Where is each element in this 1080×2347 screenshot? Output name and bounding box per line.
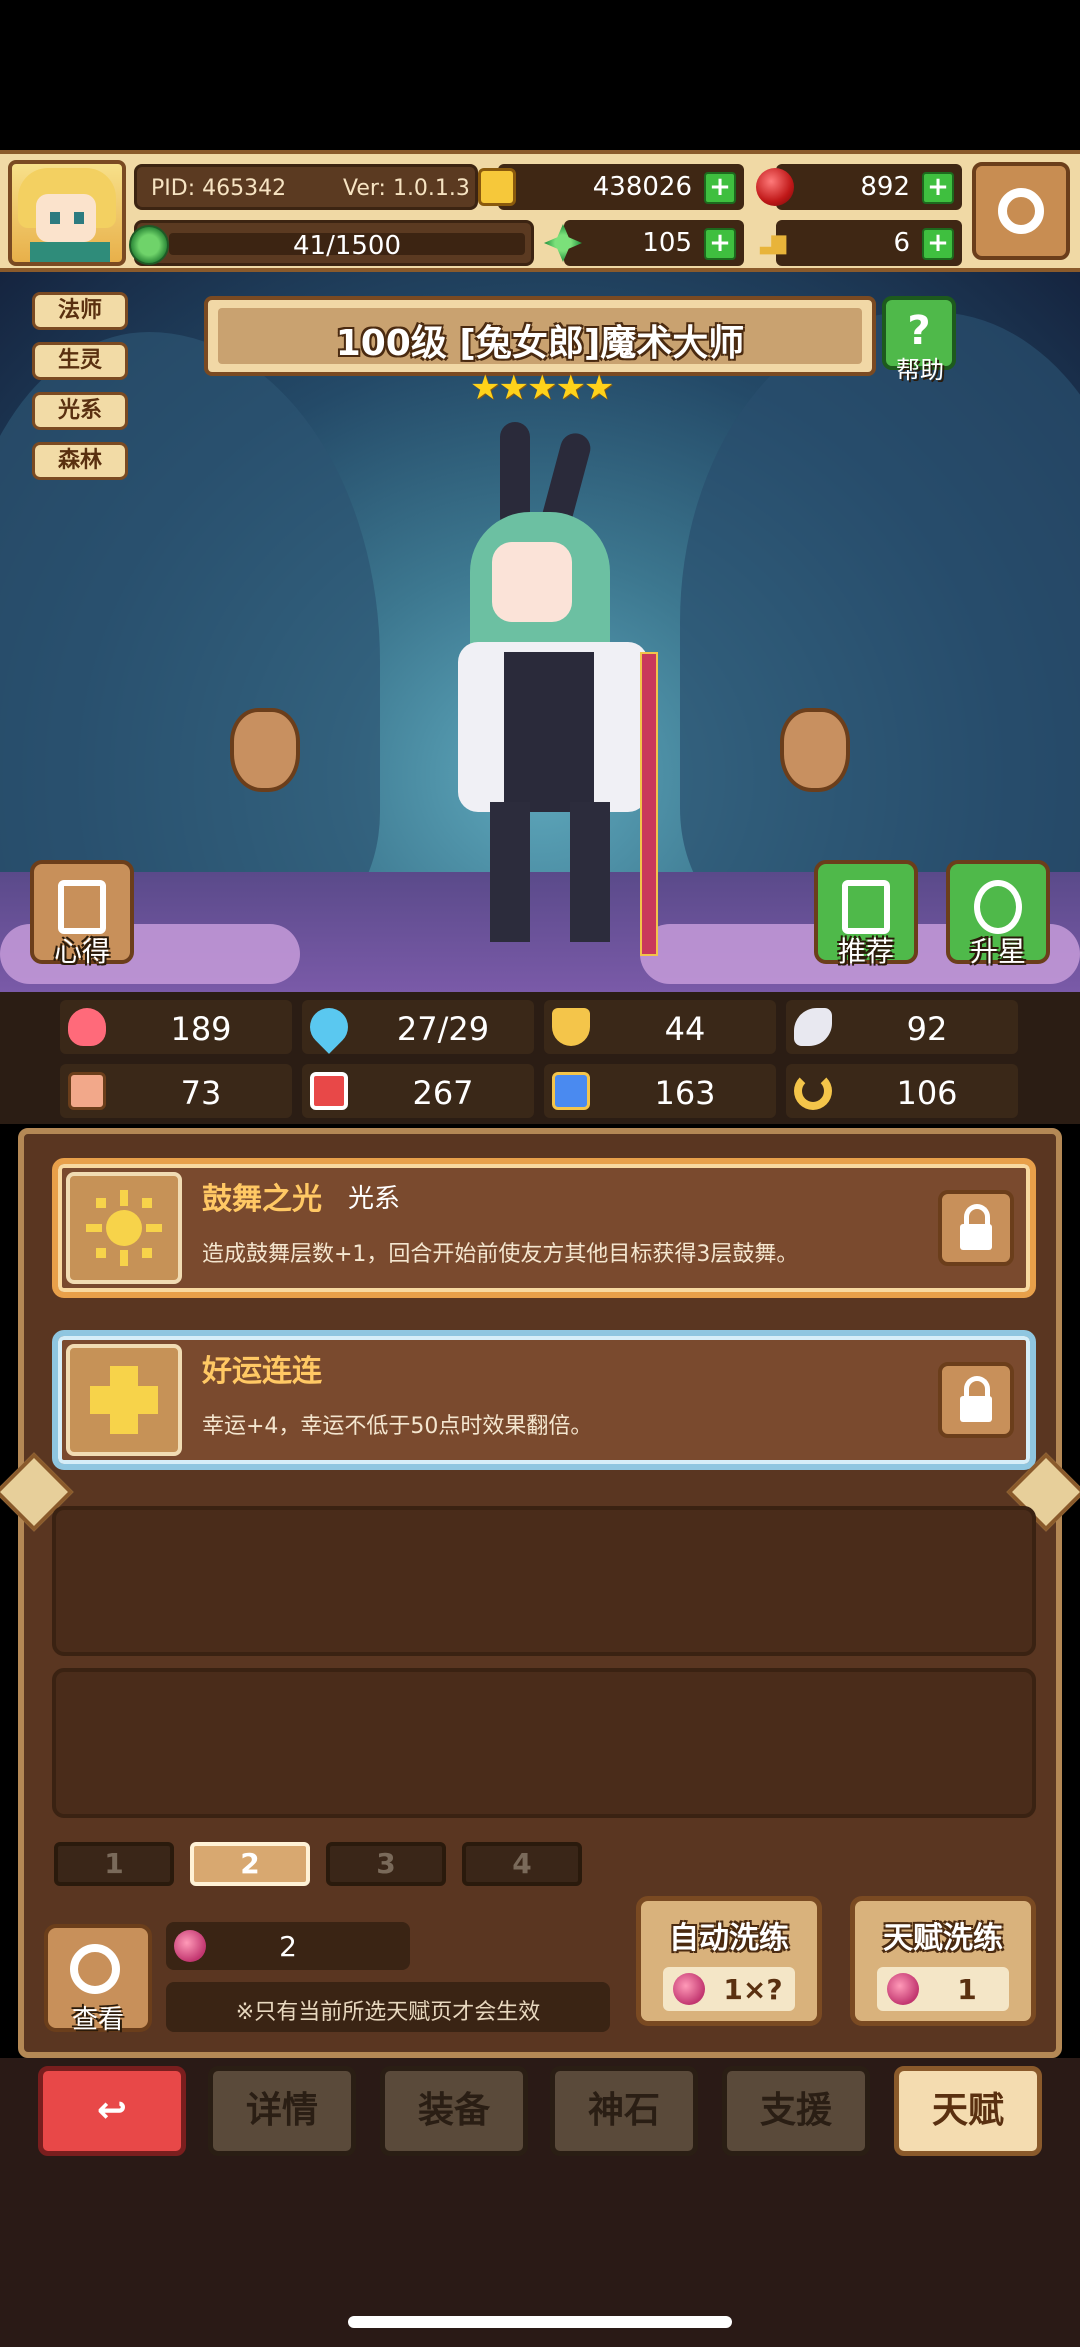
talent-card-2[interactable]: 好运连连 幸运+4，幸运不低于50点时效果翻倍。	[52, 1330, 1036, 1470]
stat-agility: 163	[544, 1064, 776, 1118]
player-id-box: PID: 465342 Ver: 1.0.1.3	[134, 164, 478, 210]
top-bar: PID: 465342 Ver: 1.0.1.3 41/1500 438026 …	[0, 150, 1080, 272]
clover-value: 105	[642, 228, 692, 258]
page-tab-1[interactable]: 1	[54, 1842, 174, 1886]
clover-resource: 105 +	[544, 220, 744, 266]
stamina-bar: 41/1500	[129, 220, 534, 266]
talent-description: 幸运+4，幸运不低于50点时效果翻倍。	[202, 1414, 593, 1439]
talent-name: 好运连连	[202, 1354, 322, 1389]
fruit-count: 2	[279, 1930, 297, 1963]
fruit-counter: 2	[166, 1922, 410, 1970]
thumbs-up-icon	[842, 880, 890, 934]
fruit-icon	[673, 1973, 705, 2005]
ruby-icon	[756, 168, 794, 206]
nav-support[interactable]: 支援	[722, 2066, 870, 2156]
talent-name: 鼓舞之光	[202, 1182, 322, 1217]
page-tab-2[interactable]: 2	[190, 1842, 310, 1886]
hero-title-banner: 100级 [兔女郎]魔术大师	[204, 296, 876, 376]
stat-defense: 44	[544, 1000, 776, 1054]
unlock-icon[interactable]	[938, 1362, 1014, 1438]
gold-resource: 438026 +	[478, 164, 744, 210]
stat-magic: 267	[302, 1064, 534, 1118]
fruit-icon	[887, 1973, 919, 2005]
hero-title: 100级 [兔女郎]魔术大师	[335, 323, 745, 364]
add-gold-button[interactable]: +	[704, 172, 736, 204]
talent-card-1[interactable]: 鼓舞之光 光系 造成鼓舞层数+1，回合开始前使友方其他目标获得3层鼓舞。	[52, 1158, 1036, 1298]
scroll-icon	[58, 880, 106, 934]
talent-wash-button[interactable]: 天赋洗练 1	[850, 1896, 1036, 2026]
insight-button[interactable]: 心得	[30, 860, 134, 968]
right-equipment-slot-icon[interactable]	[780, 708, 850, 792]
mana-drop-icon	[302, 1000, 356, 1054]
ruby-resource: 892 +	[756, 164, 962, 210]
star-icon	[974, 880, 1022, 934]
version-label: Ver: 1.0.1.3	[343, 176, 470, 201]
view-button[interactable]: 查看	[44, 1924, 152, 2035]
back-button[interactable]: ↩	[38, 2066, 186, 2156]
tag-terrain: 森林	[32, 442, 128, 480]
key-resource: 6 +	[756, 220, 962, 266]
add-clover-button[interactable]: +	[704, 228, 736, 260]
recommend-button[interactable]: 推荐	[814, 860, 918, 968]
stat-luck: 106	[786, 1064, 1018, 1118]
hero-scene: 法师 生灵 光系 森林 100级 [兔女郎]魔术大师 ★★★★★ ? 帮助 心得…	[0, 272, 1080, 992]
talent-element: 光系	[348, 1184, 401, 1214]
talent-panel: 鼓舞之光 光系 造成鼓舞层数+1，回合开始前使友方其他目标获得3层鼓舞。 好运连…	[0, 1128, 1080, 2058]
stamina-value: 41/1500	[292, 231, 401, 261]
heart-icon	[68, 1008, 106, 1046]
stamina-clover-icon	[129, 225, 169, 265]
wing-icon	[794, 1008, 832, 1046]
stat-speed: 92	[786, 1000, 1018, 1054]
tag-race: 生灵	[32, 342, 128, 380]
talent-description: 造成鼓舞层数+1，回合开始前使友方其他目标获得3层鼓舞。	[202, 1242, 799, 1267]
left-equipment-slot-icon[interactable]	[230, 708, 300, 792]
help-label: 帮助	[896, 356, 944, 384]
hero-stats: 189 27/29 44 92 73 267 163 106	[0, 992, 1080, 1124]
page-tab-3[interactable]: 3	[326, 1842, 446, 1886]
stat-attack: 73	[60, 1064, 292, 1118]
nav-details[interactable]: 详情	[208, 2066, 356, 2156]
empty-talent-slot	[52, 1668, 1036, 1818]
player-avatar[interactable]	[8, 160, 126, 266]
fist-icon	[68, 1072, 106, 1110]
nav-equipment[interactable]: 装备	[380, 2066, 528, 2156]
hero-stars: ★★★★★	[470, 368, 614, 408]
boot-icon	[552, 1072, 590, 1110]
bottom-nav: ↩ 详情 装备 神石 支援 天赋	[0, 2058, 1080, 2347]
auto-wash-button[interactable]: 自动洗练 1×?	[636, 1896, 822, 2026]
nav-talent[interactable]: 天赋	[894, 2066, 1042, 2156]
key-value: 6	[893, 228, 910, 258]
home-indicator[interactable]	[348, 2316, 732, 2328]
add-ruby-button[interactable]: +	[922, 172, 954, 204]
magnifier-icon	[70, 1944, 120, 1994]
gold-value: 438026	[592, 172, 692, 202]
settings-gear-icon[interactable]	[972, 162, 1070, 260]
page-tab-4[interactable]: 4	[462, 1842, 582, 1886]
empty-talent-slot	[52, 1506, 1036, 1656]
nav-god-stone[interactable]: 神石	[550, 2066, 698, 2156]
tag-class: 法师	[32, 292, 128, 330]
horseshoe-icon	[794, 1072, 832, 1110]
book-icon	[310, 1072, 348, 1110]
sun-icon	[66, 1172, 182, 1284]
ruby-value: 892	[860, 172, 910, 202]
star-upgrade-button[interactable]: 升星	[946, 860, 1050, 968]
add-key-button[interactable]: +	[922, 228, 954, 260]
player-id: PID: 465342	[151, 176, 287, 201]
stat-hp: 189	[60, 1000, 292, 1054]
shield-icon	[552, 1008, 590, 1046]
gold-coin-icon	[478, 168, 516, 206]
notice: ※只有当前所选天赋页才会生效	[166, 1982, 610, 2032]
stat-mana: 27/29	[302, 1000, 534, 1054]
tag-element: 光系	[32, 392, 128, 430]
hero-character	[430, 422, 670, 962]
cross-icon	[66, 1344, 182, 1456]
unlock-icon[interactable]	[938, 1190, 1014, 1266]
